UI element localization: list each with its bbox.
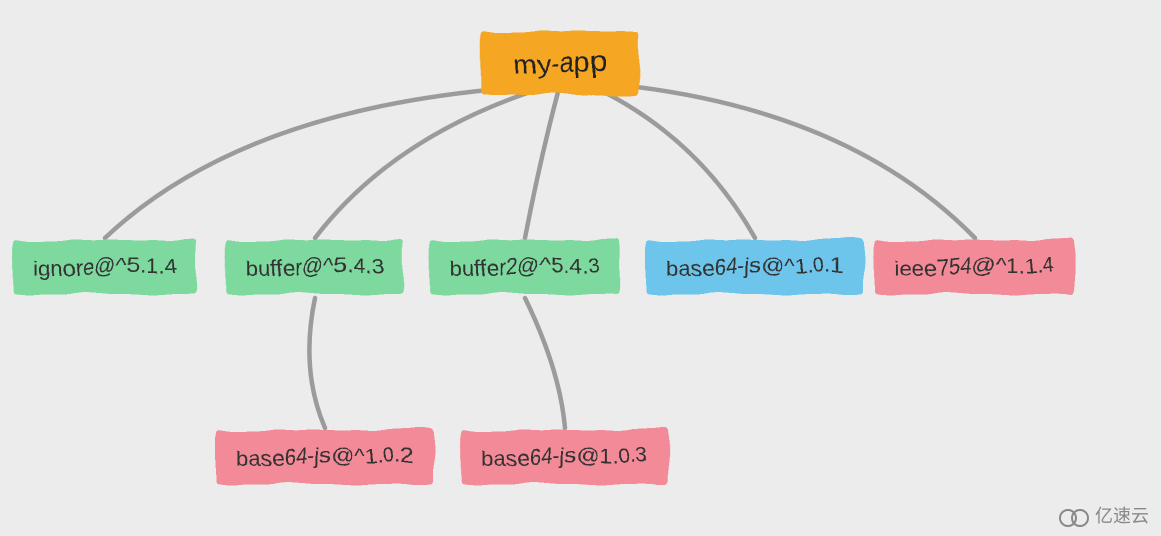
watermark-text: 亿速云 <box>1095 502 1149 528</box>
node-base64js: base64-js@^1.0.1 <box>647 240 864 294</box>
watermark: 亿速云 <box>1059 502 1149 528</box>
node-buffer2: buffer2@^5.4.3 <box>430 240 620 294</box>
cloud-icon <box>1059 503 1089 527</box>
node-root: my-app <box>481 31 638 95</box>
node-base64js-103: base64-js@1.0.3 <box>462 430 669 484</box>
node-base64js-102: base64-js@^1.0.2 <box>217 430 434 484</box>
node-ieee754: ieee754@^1.1.4 <box>875 240 1075 294</box>
node-buffer: buffer@^5.4.3 <box>226 240 403 294</box>
node-ignore: ignore@^5.1.4 <box>14 240 197 294</box>
diagram-canvas: my-app ignore@^5.1.4 buffer@^5.4.3 buffe… <box>0 0 1161 536</box>
